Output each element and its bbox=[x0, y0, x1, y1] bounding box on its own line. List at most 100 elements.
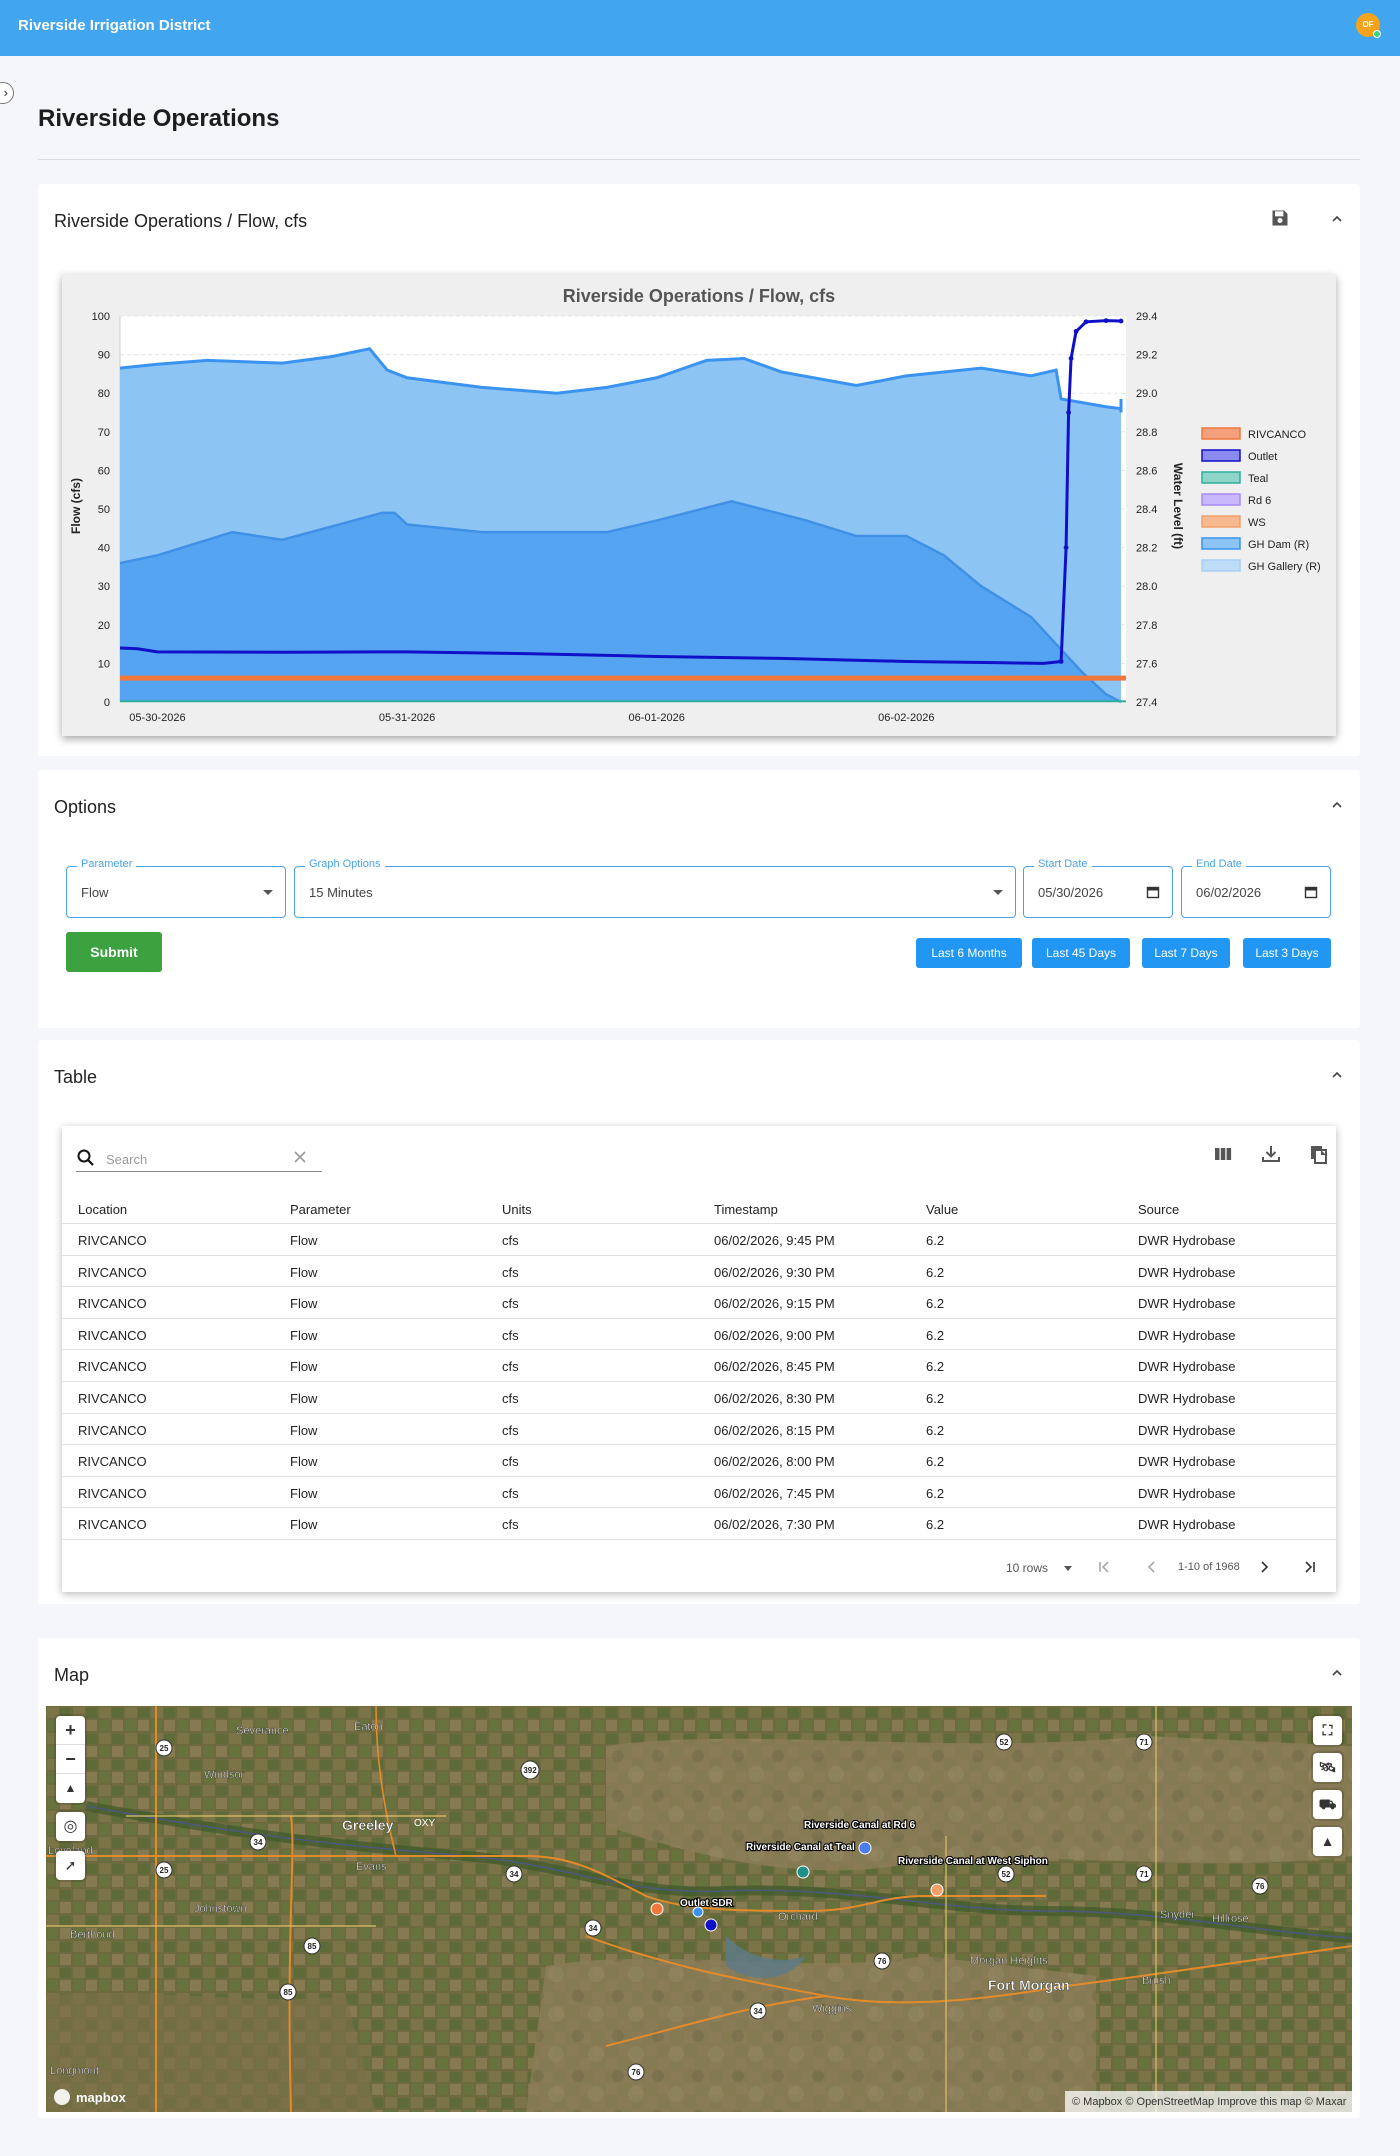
table-card: Table Location bbox=[38, 1040, 1360, 1604]
table-row[interactable]: RIVCANCO Flow cfs 06/02/2026, 9:30 PM 6.2 DWR… bbox=[62, 1256, 1336, 1288]
flow-chart: Riverside Operations / Flow, cfs 0 10 20 30… bbox=[69, 286, 1321, 724]
avatar-initials: OF bbox=[1362, 20, 1374, 29]
column-header-units[interactable]: Units bbox=[502, 1202, 532, 1217]
brand-title[interactable]: Riverside Irrigation District bbox=[18, 17, 211, 34]
chevron-up-icon[interactable] bbox=[1330, 798, 1344, 812]
chevron-up-icon[interactable] bbox=[1330, 1666, 1344, 1680]
table-row[interactable]: RIVCANCO Flow cfs 06/02/2026, 7:45 PM 6.2 DWR… bbox=[62, 1477, 1336, 1509]
fullscreen-icon[interactable]: ⛶ bbox=[1313, 1716, 1342, 1745]
legend-swatch bbox=[1201, 559, 1241, 572]
previous-page-icon[interactable] bbox=[1144, 1559, 1160, 1575]
legend-label[interactable]: GH Dam (R) bbox=[1248, 539, 1309, 551]
column-header-source[interactable]: Source bbox=[1138, 1202, 1179, 1217]
map-card: Map Severance Eaton Windsor Greeley Evan… bbox=[38, 1638, 1360, 2118]
online-status-dot bbox=[1373, 30, 1381, 38]
table-row[interactable]: RIVCANCO Flow cfs 06/02/2026, 9:45 PM 6.2 DWR… bbox=[62, 1224, 1336, 1256]
last-6-months-button[interactable]: Last 6 Months bbox=[916, 938, 1022, 968]
rows-per-page-select[interactable]: 10 rows bbox=[1006, 1561, 1048, 1575]
graph-options-label: Graph Options bbox=[305, 858, 385, 870]
last-page-icon[interactable] bbox=[1302, 1559, 1318, 1575]
copy-icon[interactable] bbox=[1308, 1143, 1330, 1165]
user-avatar[interactable]: OF bbox=[1356, 13, 1381, 38]
cell-source: DWR Hydrobase bbox=[1138, 1485, 1236, 1501]
clear-search-icon[interactable] bbox=[292, 1149, 308, 1165]
chevron-up-icon[interactable] bbox=[1330, 212, 1344, 226]
last-7-days-button[interactable]: Last 7 Days bbox=[1142, 938, 1230, 968]
legend-label[interactable]: GH Gallery (R) bbox=[1248, 561, 1321, 573]
column-header-value[interactable]: Value bbox=[926, 1202, 958, 1217]
sidebar-toggle-button[interactable]: › bbox=[0, 82, 14, 104]
next-page-icon[interactable] bbox=[1256, 1559, 1272, 1575]
calendar-icon[interactable] bbox=[1304, 885, 1318, 899]
table-row[interactable]: RIVCANCO Flow cfs 06/02/2026, 8:30 PM 6.2 DWR… bbox=[62, 1382, 1336, 1414]
route-shield: 25 bbox=[160, 1744, 169, 1753]
submit-button[interactable]: Submit bbox=[66, 932, 162, 972]
table-row[interactable]: RIVCANCO Flow cfs 06/02/2026, 8:15 PM 6.2 DWR… bbox=[62, 1414, 1336, 1446]
last-3-days-button[interactable]: Last 3 Days bbox=[1243, 938, 1331, 968]
cell-location: RIVCANCO bbox=[78, 1485, 147, 1501]
fullscreen-control: ⛶ bbox=[1313, 1716, 1342, 1745]
cell-parameter: Flow bbox=[290, 1327, 318, 1343]
route-shield: 71 bbox=[1140, 1870, 1149, 1879]
download-icon[interactable] bbox=[1260, 1143, 1282, 1165]
start-date-field[interactable]: Start Date 05/30/2026 bbox=[1023, 858, 1173, 918]
cell-source: DWR Hydrobase bbox=[1138, 1327, 1236, 1343]
legend-label[interactable]: WS bbox=[1248, 517, 1266, 529]
table-row[interactable]: RIVCANCO Flow cfs 06/02/2026, 9:15 PM 6.2 DWR… bbox=[62, 1287, 1336, 1319]
marker-west-siphon[interactable] bbox=[930, 1883, 944, 1897]
save-icon[interactable] bbox=[1270, 208, 1290, 228]
table-row[interactable]: RIVCANCO Flow cfs 06/02/2026, 9:00 PM 6.2 DWR… bbox=[62, 1319, 1336, 1351]
marker-outlet-sdr[interactable] bbox=[704, 1918, 718, 1932]
oxy-label: OXY bbox=[414, 1818, 435, 1829]
cell-timestamp: 06/02/2026, 8:45 PM bbox=[714, 1359, 835, 1375]
y-tick-label: 90 bbox=[98, 350, 110, 362]
last-45-days-button[interactable]: Last 45 Days bbox=[1032, 938, 1130, 968]
legend-label[interactable]: Teal bbox=[1248, 473, 1268, 485]
table-search bbox=[76, 1144, 322, 1172]
end-date-field[interactable]: End Date 06/02/2026 bbox=[1181, 858, 1331, 918]
column-header-location[interactable]: Location bbox=[78, 1202, 127, 1217]
table-row[interactable]: RIVCANCO Flow cfs 06/02/2026, 8:45 PM 6.2 DWR… bbox=[62, 1350, 1336, 1382]
cell-value: 6.2 bbox=[926, 1517, 945, 1533]
legend-label[interactable]: Outlet bbox=[1248, 451, 1277, 463]
zoom-in-button[interactable]: + bbox=[56, 1716, 85, 1745]
calendar-icon[interactable] bbox=[1146, 885, 1160, 899]
table-row[interactable]: RIVCANCO Flow cfs 06/02/2026, 8:00 PM 6.2 DWR… bbox=[62, 1445, 1336, 1477]
cell-value: 6.2 bbox=[926, 1390, 945, 1406]
first-page-icon[interactable] bbox=[1096, 1559, 1112, 1575]
tree-icon[interactable]: ▲ bbox=[1313, 1827, 1342, 1856]
legend-label[interactable]: RIVCANCO bbox=[1248, 429, 1307, 441]
column-header-parameter[interactable]: Parameter bbox=[290, 1202, 351, 1217]
geolocate-icon[interactable]: ◎ bbox=[56, 1812, 85, 1841]
search-input[interactable] bbox=[106, 1150, 286, 1168]
marker-rd6[interactable] bbox=[858, 1841, 872, 1855]
compass-icon[interactable]: ➚ bbox=[56, 1851, 85, 1880]
top-app-bar: Riverside Irrigation District OF bbox=[0, 0, 1400, 56]
cell-parameter: Flow bbox=[290, 1454, 318, 1470]
cell-units: cfs bbox=[502, 1264, 519, 1280]
parameter-select[interactable]: Parameter Flow bbox=[66, 858, 286, 918]
marker-teal[interactable] bbox=[796, 1865, 810, 1879]
marker-gh-dam[interactable] bbox=[692, 1906, 704, 1918]
table-row[interactable]: RIVCANCO Flow cfs 06/02/2026, 7:30 PM 6.2 DWR… bbox=[62, 1508, 1336, 1540]
view-columns-icon[interactable] bbox=[1212, 1143, 1234, 1165]
zoom-out-button[interactable]: − bbox=[56, 1745, 85, 1774]
mapbox-logo[interactable]: mapbox bbox=[76, 2090, 127, 2105]
satellite-map[interactable]: Severance Eaton Windsor Greeley Evans Lo… bbox=[46, 1706, 1352, 2112]
compass-button[interactable]: ▲ bbox=[56, 1774, 85, 1803]
marker-rivcanco[interactable] bbox=[650, 1902, 664, 1916]
map-attribution[interactable]: © Mapbox © OpenStreetMap Improve this ma… bbox=[1072, 2096, 1347, 2108]
cell-value: 6.2 bbox=[926, 1296, 945, 1312]
route-shield: 85 bbox=[284, 1988, 293, 1997]
graph-options-select[interactable]: Graph Options 15 Minutes bbox=[294, 858, 1016, 918]
traffic-toggle: ⛟ bbox=[1313, 1790, 1342, 1819]
column-header-timestamp[interactable]: Timestamp bbox=[714, 1202, 778, 1217]
satellite-icon[interactable]: 🛰 bbox=[1313, 1753, 1342, 1782]
chevron-up-icon[interactable] bbox=[1330, 1068, 1344, 1082]
legend-label[interactable]: Rd 6 bbox=[1248, 495, 1271, 507]
truck-icon[interactable]: ⛟ bbox=[1313, 1790, 1342, 1819]
y-tick-label: 50 bbox=[98, 504, 110, 516]
map-canvas[interactable]: Severance Eaton Windsor Greeley Evans Lo… bbox=[46, 1706, 1352, 2112]
outlet-point bbox=[1063, 545, 1069, 550]
marker-label-rd6: Riverside Canal at Rd 6 bbox=[804, 1820, 916, 1831]
